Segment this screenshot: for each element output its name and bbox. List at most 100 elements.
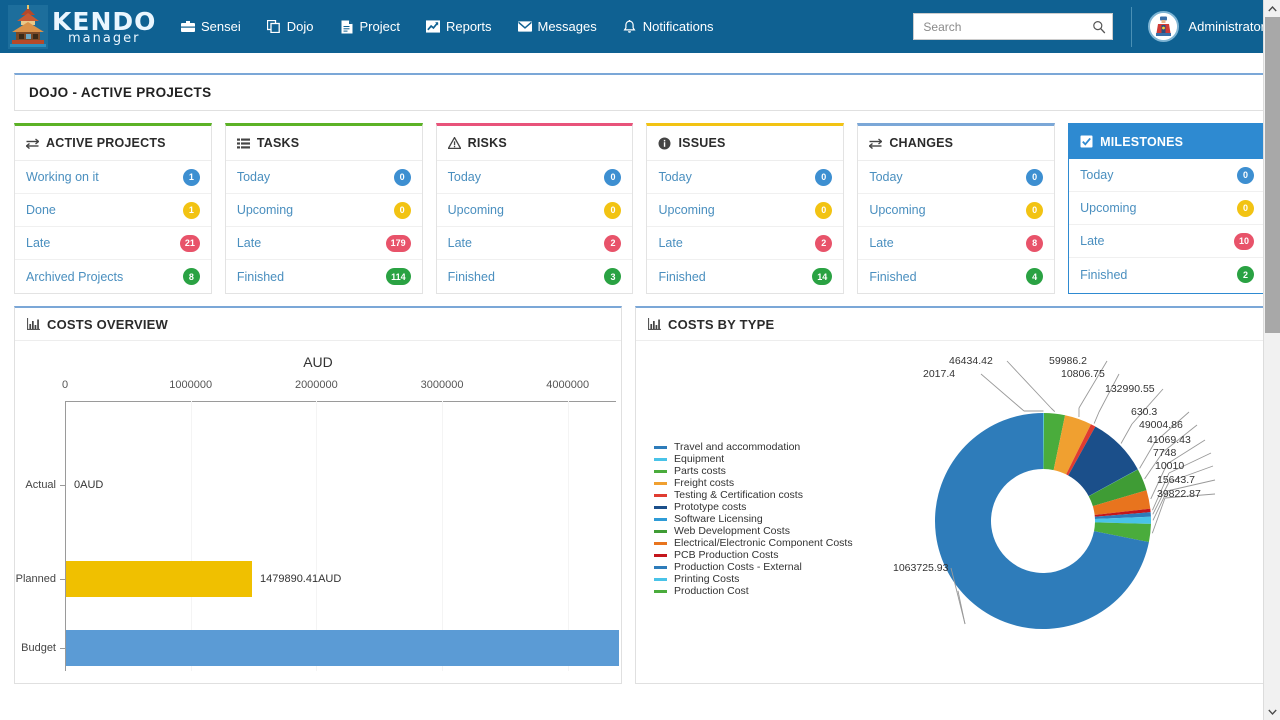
- nav-item-reports[interactable]: Reports: [413, 13, 505, 40]
- kpi-row[interactable]: Late 2: [436, 227, 633, 260]
- kpi-card-milestones[interactable]: MILESTONES Today 0 Upcoming 0 Late 10 Finished 2: [1068, 123, 1266, 294]
- donut-data-label: 15643.7: [1157, 474, 1195, 486]
- kpi-card-header: MILESTONES: [1069, 124, 1265, 159]
- legend-label: Electrical/Electronic Component Costs: [674, 537, 853, 549]
- user-avatar-icon: [1148, 11, 1180, 42]
- kpi-row[interactable]: Late 179: [225, 227, 422, 260]
- page-scrollbar[interactable]: [1263, 0, 1280, 720]
- kpi-card-issues[interactable]: ISSUES Today 0 Upcoming 0 Late 2 Finished 14: [646, 123, 845, 294]
- nav-item-dojo[interactable]: Dojo: [254, 13, 327, 40]
- legend-label: Production Cost: [674, 585, 749, 597]
- search-icon[interactable]: [1092, 20, 1106, 34]
- kpi-row-label: Late: [447, 236, 472, 250]
- kpi-row[interactable]: Upcoming 0: [1069, 192, 1265, 225]
- kpi-row[interactable]: Working on it 1: [15, 161, 211, 194]
- kpi-row[interactable]: Late 2: [647, 227, 844, 260]
- brand-logo-area[interactable]: KENDO manager: [0, 4, 155, 49]
- donut-data-label: 39822.87: [1157, 488, 1201, 500]
- bar-chart-y-label: Planned: [15, 573, 56, 586]
- charts-row: COSTS OVERVIEW AUD 0 1000000 2000000 300000…: [14, 306, 1266, 684]
- nav-item-sensei[interactable]: Sensei: [168, 13, 254, 40]
- kpi-row-label: Finished: [447, 269, 495, 284]
- kpi-row-label: Finished: [869, 269, 917, 284]
- bar-chart-bar[interactable]: [66, 629, 619, 666]
- kpi-row-badge: 1: [182, 201, 200, 219]
- search-input[interactable]: [923, 19, 1093, 34]
- kpi-row[interactable]: Today 0: [225, 161, 422, 194]
- kpi-row-label: Today: [1080, 168, 1114, 182]
- scroll-up-button[interactable]: [1264, 0, 1280, 17]
- nav-item-reports-label: Reports: [445, 19, 492, 34]
- kpi-row[interactable]: Today 0: [858, 161, 1055, 194]
- user-menu[interactable]: Administrator: [1148, 11, 1265, 42]
- kpi-row-label: Upcoming: [447, 203, 504, 217]
- costs-by-type-title: COSTS BY TYPE: [668, 316, 775, 332]
- kpi-row[interactable]: Finished 2: [1069, 258, 1265, 291]
- nav-item-messages[interactable]: Messages: [505, 13, 610, 40]
- legend-item[interactable]: Production Costs - External: [654, 561, 853, 573]
- kpi-row-label: Today: [236, 170, 271, 184]
- kpi-card-risks[interactable]: RISKS Today 0 Upcoming 0 Late 2 Finished 3: [435, 123, 634, 294]
- donut-leader-line: [980, 373, 1025, 412]
- kpi-row[interactable]: Upcoming 0: [436, 194, 633, 227]
- kpi-row[interactable]: Upcoming 0: [647, 194, 844, 227]
- pagoda-logo-icon: [8, 4, 48, 49]
- nav-item-notifications[interactable]: Notifications: [610, 13, 727, 40]
- nav-item-project[interactable]: Project: [327, 13, 413, 40]
- legend-item[interactable]: Prototype costs: [654, 501, 853, 513]
- legend-item[interactable]: PCB Production Costs: [654, 549, 853, 561]
- kpi-card-header: ISSUES: [647, 126, 844, 161]
- bar-chart-y-tick: [60, 579, 65, 581]
- legend-label: Printing Costs: [674, 573, 740, 585]
- donut-data-label: 1063725.93: [893, 562, 949, 574]
- kpi-row[interactable]: Finished 4: [858, 260, 1054, 293]
- bar-chart-y-label: Actual: [25, 479, 56, 492]
- search-box[interactable]: [913, 13, 1114, 40]
- costs-by-type-header: COSTS BY TYPE: [636, 308, 1265, 341]
- legend-item[interactable]: Equipment: [654, 453, 853, 465]
- legend-item[interactable]: Travel and accommodation: [654, 441, 853, 453]
- kpi-row[interactable]: Finished 114: [226, 260, 422, 293]
- kpi-row[interactable]: Today 0: [1069, 159, 1265, 192]
- kpi-card-tasks[interactable]: TASKS Today 0 Upcoming 0 Late 179 Finished 114: [224, 123, 423, 294]
- kpi-row[interactable]: Late 8: [858, 227, 1055, 260]
- legend-item[interactable]: Software Licensing: [654, 513, 853, 525]
- kpi-row-label: Late: [236, 236, 262, 250]
- kpi-row[interactable]: Upcoming 0: [858, 194, 1055, 227]
- kpi-row-label: Finished: [236, 269, 285, 284]
- kpi-row[interactable]: Late 21: [15, 227, 211, 260]
- kpi-row-badge: 4: [1026, 268, 1044, 285]
- legend-item[interactable]: Testing & Certification costs: [654, 489, 853, 501]
- kpi-row-badge: 14: [812, 268, 833, 285]
- legend-item[interactable]: Parts costs: [654, 465, 853, 477]
- legend-label: Parts costs: [674, 465, 726, 477]
- scrollbar-thumb[interactable]: [1265, 17, 1280, 333]
- kpi-row-badge: 1: [182, 168, 200, 186]
- legend-item[interactable]: Electrical/Electronic Component Costs: [654, 537, 853, 549]
- kpi-row-badge: 21: [179, 234, 200, 252]
- kpi-row[interactable]: Finished 3: [437, 260, 633, 293]
- kpi-row[interactable]: Today 0: [436, 161, 633, 194]
- legend-item[interactable]: Freight costs: [654, 477, 853, 489]
- legend-label: Travel and accommodation: [674, 441, 801, 453]
- bar-chart-bar[interactable]: [66, 561, 252, 598]
- kpi-row[interactable]: Late 10: [1069, 225, 1265, 258]
- kpi-row[interactable]: Finished 14: [647, 260, 843, 293]
- kpi-row[interactable]: Today 0: [647, 161, 844, 194]
- legend-item[interactable]: Production Cost: [654, 585, 853, 597]
- bar-chart-x-tick-label: 3000000: [420, 379, 464, 391]
- kpi-row[interactable]: Done 1: [15, 194, 211, 227]
- kpi-card-changes[interactable]: CHANGES Today 0 Upcoming 0 Late 8 Finished 4: [857, 123, 1056, 294]
- kpi-row-label: Late: [658, 236, 683, 250]
- kpi-card-active-projects[interactable]: ACTIVE PROJECTS Working on it 1 Done 1 Late 21…: [14, 123, 212, 294]
- kpi-row[interactable]: Archived Projects 8: [15, 260, 211, 293]
- legend-swatch: [654, 529, 667, 533]
- legend-item[interactable]: Printing Costs: [654, 573, 853, 585]
- kpi-card-title: MILESTONES: [1100, 134, 1184, 149]
- kpi-row[interactable]: Upcoming 0: [225, 194, 422, 227]
- scroll-down-button[interactable]: [1264, 703, 1280, 720]
- legend-item[interactable]: Web Development Costs: [654, 525, 853, 537]
- nav-item-dojo-label: Dojo: [286, 19, 314, 34]
- kpi-card-title: ACTIVE PROJECTS: [46, 136, 166, 150]
- kpi-row-badge: 0: [815, 201, 833, 219]
